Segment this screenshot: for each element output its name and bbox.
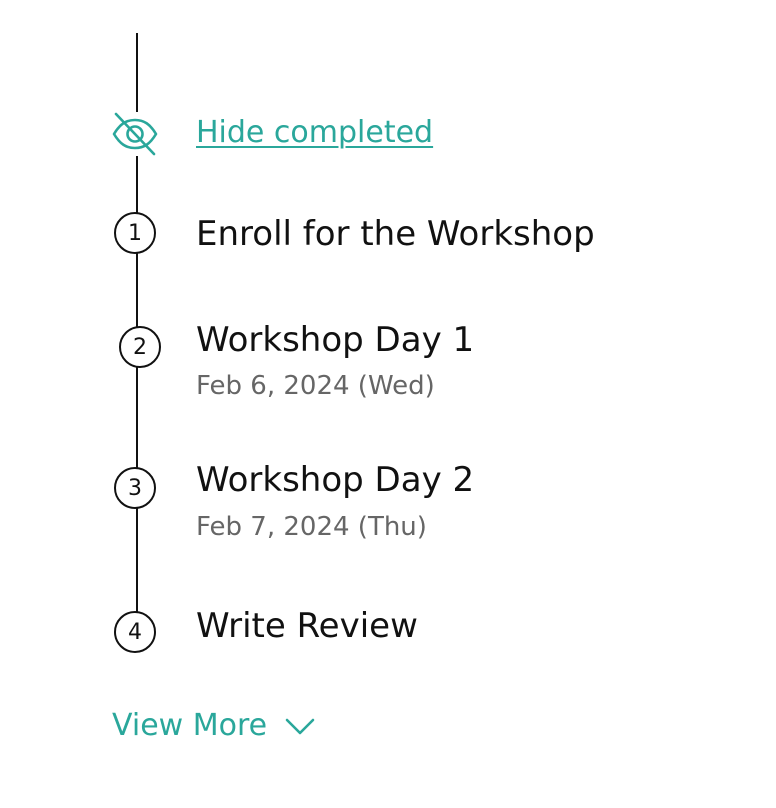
view-more-label: View More: [112, 708, 268, 743]
step-number-badge: 3: [114, 467, 156, 509]
chevron-down-icon: [285, 718, 315, 735]
step-date: Feb 6, 2024 (Wed): [196, 371, 435, 401]
step-number-badge: 4: [114, 611, 156, 653]
step-number-badge: 1: [114, 212, 156, 254]
step-title: Workshop Day 1: [196, 320, 475, 360]
hide-completed-link[interactable]: Hide completed: [196, 115, 433, 151]
step-title: Workshop Day 2: [196, 460, 475, 500]
step-number-badge: 2: [119, 326, 161, 368]
step-title: Enroll for the Workshop: [196, 214, 595, 254]
step-title: Write Review: [196, 606, 418, 646]
hide-completed-row[interactable]: Hide completed: [112, 108, 472, 156]
eye-off-icon[interactable]: [112, 112, 158, 156]
view-more-button[interactable]: View More: [112, 704, 315, 748]
step-date: Feb 7, 2024 (Thu): [196, 512, 427, 542]
